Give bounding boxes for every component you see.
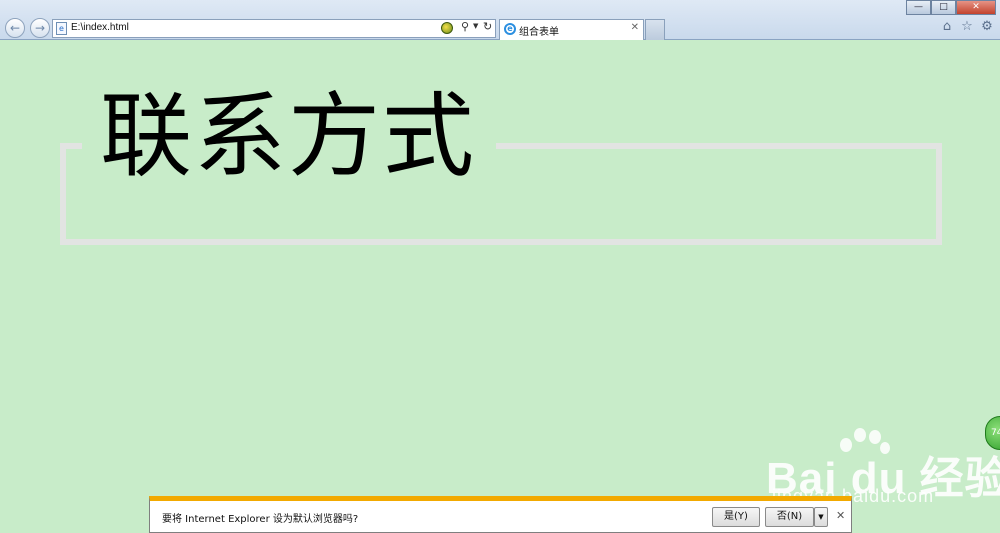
tab-title: 组合表单 xyxy=(519,27,559,38)
gear-icon[interactable]: ⚙ xyxy=(980,20,994,34)
toolbar-icons: ⌂ ☆ ⚙ xyxy=(940,20,994,34)
dropdown-icon[interactable]: ▼ xyxy=(473,22,478,30)
browser-chrome: ← → e E:\index.html ⚲ ▼ ↻ e 组合表单 ✕ — □ ✕… xyxy=(0,0,1000,40)
page-icon: e xyxy=(56,22,67,35)
minimize-button[interactable]: — xyxy=(906,0,931,15)
restore-button[interactable]: □ xyxy=(931,0,956,15)
window-close-button[interactable]: ✕ xyxy=(956,0,996,15)
tab-active[interactable]: e 组合表单 ✕ xyxy=(499,19,644,40)
notification-bar: 要将 Internet Explorer 设为默认浏览器吗? 是(Y) 否(N)… xyxy=(149,496,852,533)
ie-icon: e xyxy=(504,23,516,35)
close-icon[interactable]: ✕ xyxy=(631,22,639,33)
back-icon: ← xyxy=(9,21,21,35)
no-button[interactable]: 否(N) xyxy=(765,507,814,527)
home-icon[interactable]: ⌂ xyxy=(940,20,954,34)
new-tab-button[interactable] xyxy=(645,19,665,40)
star-icon[interactable]: ☆ xyxy=(960,20,974,34)
more-options-button[interactable]: ▼ xyxy=(814,507,828,527)
forward-button[interactable]: → xyxy=(30,18,50,38)
compat-icon[interactable] xyxy=(441,22,453,34)
window-controls: — □ ✕ xyxy=(906,0,996,15)
badge-count: 74 xyxy=(991,428,1000,438)
notification-close-icon[interactable]: ✕ xyxy=(836,509,845,522)
address-bar[interactable]: e E:\index.html ⚲ ▼ ↻ xyxy=(52,19,496,38)
back-button[interactable]: ← xyxy=(5,18,25,38)
address-text[interactable]: E:\index.html xyxy=(71,22,129,33)
search-icon[interactable]: ⚲ xyxy=(461,20,469,33)
yes-button[interactable]: 是(Y) xyxy=(712,507,760,527)
dropdown-arrow-icon: ▼ xyxy=(818,513,824,521)
forward-icon: → xyxy=(34,21,46,35)
notification-message: 要将 Internet Explorer 设为默认浏览器吗? xyxy=(162,514,359,525)
page-heading: 联系方式 xyxy=(100,83,477,190)
refresh-icon[interactable]: ↻ xyxy=(483,20,492,33)
